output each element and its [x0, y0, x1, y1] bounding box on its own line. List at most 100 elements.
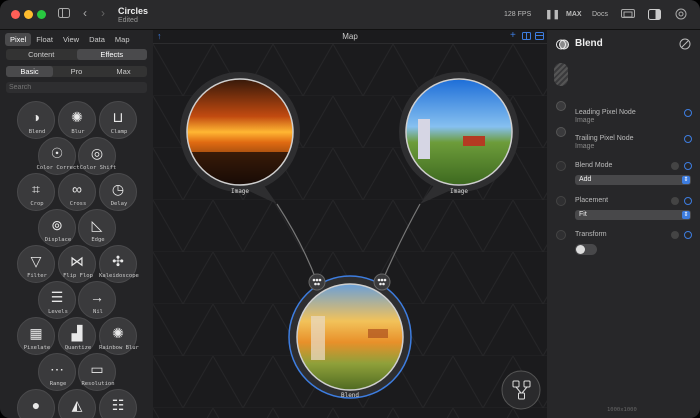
- trailing-bind-icon[interactable]: [684, 135, 692, 143]
- node-canvas[interactable]: ↑ Map + Image Image Blend: [153, 30, 547, 418]
- disable-icon[interactable]: [679, 38, 691, 52]
- minimize-window-button[interactable]: [24, 10, 33, 19]
- node-button-blur[interactable]: ✺ Blur: [58, 101, 96, 139]
- node-button-delay[interactable]: ◷ Delay: [99, 173, 137, 211]
- node-button-resolution[interactable]: ▭ Resolution: [78, 353, 116, 391]
- transform-reset-icon[interactable]: [671, 231, 679, 239]
- crop-icon: ⌗: [32, 181, 40, 197]
- forward-icon[interactable]: ›: [101, 6, 105, 20]
- transform-bind-icon[interactable]: [684, 231, 692, 239]
- color-shift-icon: ◎: [90, 145, 104, 161]
- layout-icon[interactable]: [535, 32, 544, 42]
- levels-icon: ☰: [50, 289, 64, 305]
- sidebar-toggle-icon[interactable]: [58, 8, 70, 21]
- settings-icon[interactable]: [675, 8, 687, 23]
- color-correct-icon: ☉: [50, 145, 64, 161]
- transform-label: Transform: [575, 231, 607, 238]
- node-21-icon: ◭: [71, 397, 83, 413]
- placement-port-icon[interactable]: [556, 196, 566, 206]
- blend-mode-port-icon[interactable]: [556, 161, 566, 171]
- leading-input-port[interactable]: [308, 273, 326, 291]
- tab-basic[interactable]: Basic: [6, 66, 53, 77]
- node-button-blend[interactable]: ◑ Blend: [17, 101, 55, 139]
- node-button-color-shift[interactable]: ◎ Color Shift: [78, 137, 116, 175]
- tab-effects[interactable]: Effects: [76, 49, 147, 60]
- blend-mode-value: Add: [579, 176, 592, 183]
- tab-view[interactable]: View: [58, 33, 84, 46]
- range-icon: ⋯: [50, 361, 64, 377]
- blend-mode-reset-icon[interactable]: [671, 162, 679, 170]
- node-button-label: Kaleidoscope: [99, 273, 139, 279]
- add-icon[interactable]: +: [510, 30, 516, 41]
- zoom-window-button[interactable]: [37, 10, 46, 19]
- max-button[interactable]: MAX: [566, 11, 582, 18]
- graph-map-icon[interactable]: [501, 370, 541, 410]
- split-view-icon[interactable]: [522, 32, 531, 42]
- node-button-rainbow-blur[interactable]: ✺ Rainbow Blur: [99, 317, 139, 355]
- pixelate-icon: ▦: [29, 325, 43, 341]
- trailing-pixel-node-label: Trailing Pixel Node: [575, 135, 634, 142]
- display-icon[interactable]: [621, 9, 635, 23]
- blend-icon: [556, 38, 569, 53]
- leading-pixel-node-label: Leading Pixel Node: [575, 109, 636, 116]
- node-button-label: Delay: [110, 201, 128, 207]
- canvas-title: Map: [342, 32, 358, 41]
- node-button-color-correct[interactable]: ☉ Color Correct: [36, 137, 80, 175]
- node-button-filter[interactable]: ▽ Filter: [17, 245, 55, 283]
- node-button-crop[interactable]: ⌗ Crop: [17, 173, 55, 211]
- placement-select[interactable]: Fit ⇕: [575, 210, 691, 220]
- app-window: ‹ › Circles Edited 128 FPS ❚❚ MAX Docs P…: [0, 0, 700, 418]
- node-button-flip-flop[interactable]: ⋈ Flip Flop: [58, 245, 96, 283]
- blend-mode-bind-icon[interactable]: [684, 162, 692, 170]
- inspector-toggle-icon[interactable]: [648, 9, 661, 23]
- back-icon[interactable]: ‹: [83, 6, 87, 20]
- node-button-cross[interactable]: ∞ Cross: [58, 173, 96, 211]
- node-button-edge[interactable]: ◺ Edge: [78, 209, 116, 247]
- delay-icon: ◷: [111, 181, 125, 197]
- node-button-levels[interactable]: ☰ Levels: [38, 281, 76, 319]
- node-button-node-22[interactable]: ☷: [99, 389, 137, 418]
- tab-content[interactable]: Content: [6, 49, 77, 60]
- node-button-quantize[interactable]: ▟ Quantize: [58, 317, 96, 355]
- node-button-nil[interactable]: → Nil: [78, 281, 116, 319]
- leading-pixel-node-value: Image: [575, 117, 595, 124]
- search-input[interactable]: [6, 82, 147, 93]
- node-button-kaleidoscope[interactable]: ✣ Kaleidoscope: [99, 245, 139, 283]
- node-button-clamp[interactable]: ⊔ Clamp: [99, 101, 137, 139]
- tab-float[interactable]: Float: [31, 33, 58, 46]
- leading-port-icon[interactable]: [556, 101, 566, 111]
- cross-icon: ∞: [72, 181, 82, 197]
- trailing-port-icon[interactable]: [556, 127, 566, 137]
- node-button-node-20[interactable]: ●: [17, 389, 55, 418]
- node-label: Image: [450, 188, 468, 195]
- clamp-icon: ⊔: [112, 109, 124, 125]
- blend-mode-select[interactable]: Add ⇕: [575, 175, 691, 185]
- node-label: Image: [231, 188, 249, 195]
- node-button-range[interactable]: ⋯ Range: [38, 353, 76, 391]
- node-button-displace[interactable]: ⊚ Displace: [38, 209, 76, 247]
- tab-max[interactable]: Max: [100, 66, 147, 77]
- tab-pro[interactable]: Pro: [53, 66, 100, 77]
- transform-toggle[interactable]: [575, 244, 597, 255]
- node-button-label: Clamp: [110, 129, 128, 135]
- node-button-label: Rainbow Blur: [99, 345, 139, 351]
- placement-reset-icon[interactable]: [671, 197, 679, 205]
- docs-button[interactable]: Docs: [592, 11, 608, 18]
- tab-data[interactable]: Data: [84, 33, 110, 46]
- resolution-readout: 1000x1000: [607, 407, 637, 413]
- pause-icon[interactable]: ❚❚: [545, 9, 560, 20]
- node-button-pixelate[interactable]: ▦ Pixelate: [17, 317, 55, 355]
- close-window-button[interactable]: [11, 10, 20, 19]
- flip-flop-icon: ⋈: [70, 253, 84, 269]
- mode-segmented-control: Content Effects: [6, 49, 147, 60]
- document-status: Edited: [118, 17, 138, 24]
- tab-pixel[interactable]: Pixel: [5, 33, 32, 46]
- node-button-node-21[interactable]: ◭: [58, 389, 96, 418]
- trailing-input-port[interactable]: [373, 273, 391, 291]
- tab-map[interactable]: Map: [110, 33, 135, 46]
- blend-node[interactable]: [288, 275, 412, 399]
- placement-bind-icon[interactable]: [684, 197, 692, 205]
- transform-port-icon[interactable]: [556, 230, 566, 240]
- leading-bind-icon[interactable]: [684, 109, 692, 117]
- title-bar: ‹ › Circles Edited 128 FPS ❚❚ MAX Docs: [0, 0, 700, 30]
